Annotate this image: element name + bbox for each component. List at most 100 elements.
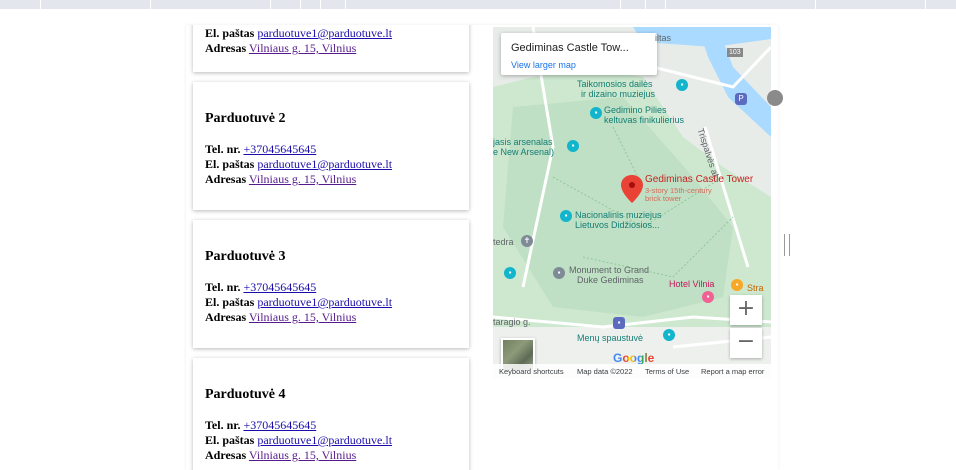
address-label: Adresas [205, 172, 247, 186]
parking-icon[interactable]: P [735, 93, 747, 105]
terms-link[interactable]: Terms of Use [645, 367, 689, 376]
marker-title: Gediminas Castle Tower [645, 174, 754, 185]
google-map-embed[interactable]: Gediminas Castle Tow... View larger map … [493, 27, 771, 379]
scroll-indicator-dot [767, 90, 783, 106]
poi-label: keltuvas finikulierius [604, 115, 685, 125]
store-phone-link[interactable]: +37045645645 [243, 280, 316, 294]
store-phone-line: Tel. nr. +37045645645 [205, 142, 316, 157]
store-email-link[interactable]: parduotuve1@parduotuve.lt [257, 433, 392, 447]
poi-label: Menų spaustuvė [577, 333, 644, 343]
strip-divider [620, 0, 621, 9]
road-badge: 103 [727, 48, 743, 57]
store-email-line: El. paštas parduotuve1@parduotuve.lt [205, 433, 392, 448]
store-address-line: Adresas Vilniaus g. 15, Vilnius [205, 41, 356, 56]
theater-icon[interactable]: ▪ [663, 329, 675, 341]
email-label: El. paštas [205, 26, 255, 40]
strip-divider [320, 0, 321, 9]
info-title: Gediminas Castle Tow... [511, 42, 629, 54]
marker-subtitle: brick tower [645, 194, 682, 203]
store-address-link[interactable]: Vilniaus g. 15, Vilnius [249, 448, 356, 462]
phone-label: Tel. nr. [205, 418, 241, 432]
stores-panel: El. paštas parduotuve1@parduotuve.lt Adr… [186, 25, 778, 470]
store-list: El. paštas parduotuve1@parduotuve.lt Adr… [186, 25, 486, 470]
store-card-1: El. paštas parduotuve1@parduotuve.lt Adr… [193, 25, 469, 72]
poi-label: Taikomosios dailės [577, 79, 653, 89]
street-label: taragio g. [493, 317, 531, 327]
store-phone-link[interactable]: +37045645645 [243, 142, 316, 156]
museum-icon[interactable]: ▪ [560, 210, 572, 222]
store-email-link[interactable]: parduotuve1@parduotuve.lt [257, 295, 392, 309]
email-label: El. paštas [205, 433, 255, 447]
map-footer: Keyboard shortcuts Map data ©2022 Terms … [493, 364, 771, 379]
phone-label: Tel. nr. [205, 142, 241, 156]
poi-label: Nacionalinis muziejus [575, 210, 662, 220]
map-info-window: Gediminas Castle Tow... View larger map [501, 33, 657, 75]
poi-label: ir dizaino muziejus [581, 89, 656, 99]
road-label: iltas [655, 33, 672, 43]
store-title: Parduotuvė 3 [205, 249, 286, 264]
restaurant-icon[interactable]: ▪ [731, 279, 743, 291]
poi-label: jasis arsenalas [493, 137, 553, 147]
store-address-link[interactable]: Vilniaus g. 15, Vilnius [249, 310, 356, 324]
store-phone-line: Tel. nr. +37045645645 [205, 418, 316, 433]
address-label: Adresas [205, 41, 247, 55]
poi-label: Stra [747, 283, 764, 293]
zoom-out-button[interactable]: − [730, 328, 762, 358]
address-label: Adresas [205, 448, 247, 462]
strip-divider [270, 0, 271, 9]
store-email-link[interactable]: parduotuve1@parduotuve.lt [257, 157, 392, 171]
camera-icon[interactable]: ▪ [504, 267, 516, 279]
store-card-3: Parduotuvė 3 Tel. nr. +37045645645 El. p… [193, 220, 469, 348]
strip-divider [815, 0, 816, 9]
view-larger-map-link[interactable]: View larger map [511, 60, 576, 70]
store-email-line: El. paštas parduotuve1@parduotuve.lt [205, 295, 392, 310]
store-address-line: Adresas Vilniaus g. 15, Vilnius [205, 172, 356, 187]
strip-divider [150, 0, 151, 9]
store-title: Parduotuvė 2 [205, 111, 286, 126]
store-address-link[interactable]: Vilniaus g. 15, Vilnius [249, 172, 356, 186]
poi-label: Gedimino Pilies [604, 105, 667, 115]
report-error-link[interactable]: Report a map error [701, 367, 764, 376]
strip-divider [345, 0, 346, 9]
map-data-text: Map data ©2022 [577, 367, 633, 376]
store-address-line: Adresas Vilniaus g. 15, Vilnius [205, 310, 356, 325]
poi-label: Monument to Grand [569, 265, 650, 275]
google-logo-text: Google [613, 351, 655, 365]
poi-label: Hotel Vilnia [669, 279, 715, 289]
store-phone-link[interactable]: +37045645645 [243, 418, 316, 432]
hotel-icon[interactable]: ▪ [702, 291, 714, 303]
store-card-4: Parduotuvė 4 Tel. nr. +37045645645 El. p… [193, 358, 469, 470]
monument-icon[interactable]: ▪ [553, 267, 565, 279]
store-email-link[interactable]: parduotuve1@parduotuve.lt [257, 26, 392, 40]
google-logo: Google [613, 351, 654, 365]
poi-label: e New Arsenal) [493, 147, 555, 157]
zoom-in-button[interactable]: + [730, 295, 762, 325]
resize-handle[interactable] [784, 234, 790, 256]
strip-divider [925, 0, 926, 9]
store-title: Parduotuvė 4 [205, 387, 286, 402]
strip-divider [645, 0, 646, 9]
store-phone-line: Tel. nr. +37045645645 [205, 280, 316, 295]
strip-divider [665, 0, 666, 9]
strip-divider [40, 0, 41, 9]
store-address-line: Adresas Vilniaus g. 15, Vilnius [205, 448, 356, 463]
keyboard-shortcuts-link[interactable]: Keyboard shortcuts [499, 367, 564, 376]
phone-label: Tel. nr. [205, 280, 241, 294]
museum-icon[interactable]: ▪ [567, 140, 579, 152]
store-email-line: El. paštas parduotuve1@parduotuve.lt [205, 26, 392, 41]
strip-divider [300, 0, 301, 9]
browser-top-strip [0, 0, 956, 9]
museum-icon[interactable]: ▪ [676, 79, 688, 91]
store-email-line: El. paštas parduotuve1@parduotuve.lt [205, 157, 392, 172]
poi-label: tedra [493, 237, 514, 247]
poi-label: Duke Gediminas [577, 275, 644, 285]
email-label: El. paštas [205, 157, 255, 171]
funicular-icon[interactable]: ▪ [590, 107, 602, 119]
address-label: Adresas [205, 310, 247, 324]
email-label: El. paštas [205, 295, 255, 309]
store-card-2: Parduotuvė 2 Tel. nr. +37045645645 El. p… [193, 82, 469, 210]
church-icon[interactable]: ✝ [521, 235, 533, 247]
poi-label: Lietuvos Didžiosios... [575, 220, 660, 230]
bus-icon[interactable]: ▪ [613, 317, 625, 329]
store-address-link[interactable]: Vilniaus g. 15, Vilnius [249, 41, 356, 55]
